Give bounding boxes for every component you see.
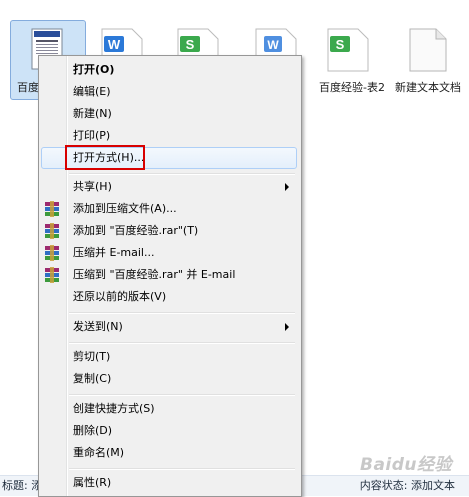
- menu-item-label: 发送到(N): [73, 320, 123, 333]
- menu-item-delete[interactable]: 删除(D): [41, 420, 297, 442]
- svg-text:S: S: [336, 37, 345, 52]
- winrar-icon: [45, 223, 59, 239]
- menu-separator: [69, 312, 295, 314]
- menu-item-add-archive[interactable]: 添加到压缩文件(A)...: [41, 198, 297, 220]
- menu-item-restore-previous[interactable]: 还原以前的版本(V): [41, 286, 297, 308]
- highlight-box: [65, 145, 145, 170]
- menu-item-label: 创建快捷方式(S): [73, 402, 155, 415]
- menu-item-rename[interactable]: 重命名(M): [41, 442, 297, 464]
- menu-item-label: 打印(P): [73, 129, 111, 142]
- file-label: 百度经验-表2: [319, 81, 385, 94]
- status-left: 标题: 添: [2, 479, 43, 492]
- menu-item-create-shortcut[interactable]: 创建快捷方式(S): [41, 398, 297, 420]
- menu-item-label: 重命名(M): [73, 446, 125, 459]
- menu-item-label: 共享(H): [73, 180, 112, 193]
- menu-item-properties[interactable]: 属性(R): [41, 472, 297, 494]
- menu-item-send-to[interactable]: 发送到(N): [41, 316, 297, 338]
- menu-item-open[interactable]: 打开(O): [41, 59, 297, 81]
- svg-text:W: W: [108, 37, 121, 52]
- text-document-icon: [409, 28, 447, 72]
- file-label: 新建文本文档: [395, 81, 461, 94]
- menu-item-label: 打开(O): [73, 63, 115, 76]
- submenu-arrow-icon: [285, 183, 289, 191]
- menu-item-edit[interactable]: 编辑(E): [41, 81, 297, 103]
- menu-item-copy[interactable]: 复制(C): [41, 368, 297, 390]
- context-menu: 打开(O) 编辑(E) 新建(N) 打印(P) 打开方式(H)... 共享(H)…: [38, 55, 302, 497]
- menu-item-label: 复制(C): [73, 372, 112, 385]
- menu-item-label: 属性(R): [73, 476, 112, 489]
- menu-item-label: 编辑(E): [73, 85, 111, 98]
- wps-sheet-icon: S: [327, 28, 369, 72]
- submenu-arrow-icon: [285, 323, 289, 331]
- menu-item-share[interactable]: 共享(H): [41, 176, 297, 198]
- watermark: Baidu经验: [360, 455, 453, 475]
- menu-item-label: 删除(D): [73, 424, 113, 437]
- svg-text:W: W: [267, 38, 279, 52]
- menu-separator: [69, 173, 295, 175]
- menu-item-label: 新建(N): [73, 107, 112, 120]
- menu-item-label: 添加到 "百度经验.rar"(T): [73, 224, 199, 237]
- winrar-icon: [45, 267, 59, 283]
- menu-item-compress-email[interactable]: 压缩并 E-mail...: [41, 242, 297, 264]
- menu-item-add-rar[interactable]: 添加到 "百度经验.rar"(T): [41, 220, 297, 242]
- winrar-icon: [45, 245, 59, 261]
- status-right: 内容状态: 添加文本: [359, 479, 455, 492]
- svg-text:S: S: [186, 37, 195, 52]
- menu-item-label: 还原以前的版本(V): [73, 290, 167, 303]
- menu-separator: [69, 342, 295, 344]
- menu-item-label: 添加到压缩文件(A)...: [73, 202, 177, 215]
- menu-item-compress-rar-email[interactable]: 压缩到 "百度经验.rar" 并 E-mail: [41, 264, 297, 286]
- menu-item-label: 压缩到 "百度经验.rar" 并 E-mail: [73, 268, 236, 281]
- menu-item-cut[interactable]: 剪切(T): [41, 346, 297, 368]
- menu-separator: [69, 394, 295, 396]
- menu-item-label: 剪切(T): [73, 350, 111, 363]
- menu-item-print[interactable]: 打印(P): [41, 125, 297, 147]
- winrar-icon: [45, 201, 59, 217]
- menu-separator: [69, 468, 295, 470]
- menu-item-new[interactable]: 新建(N): [41, 103, 297, 125]
- menu-item-label: 压缩并 E-mail...: [73, 246, 155, 259]
